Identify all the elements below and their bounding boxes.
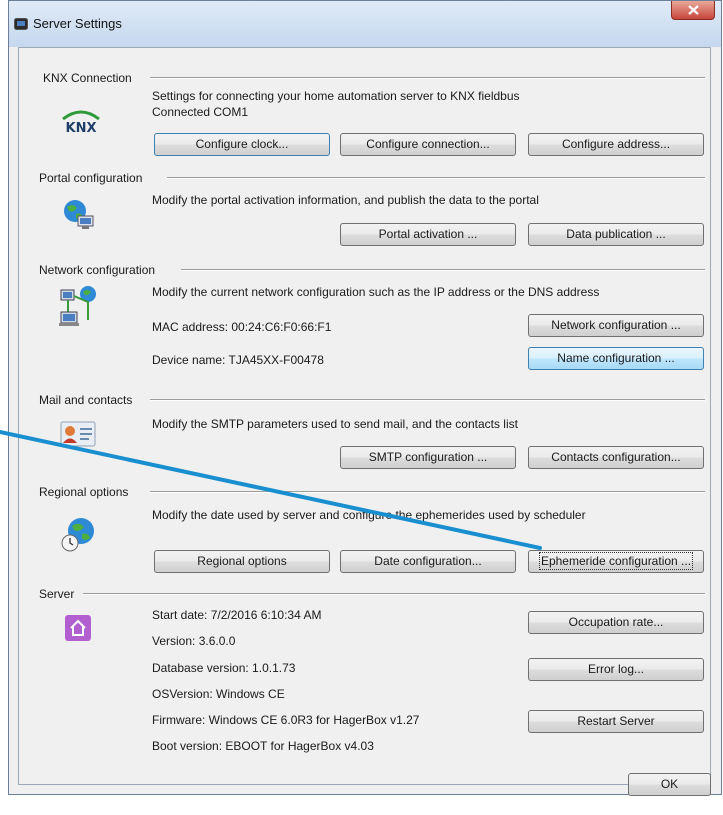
knx-logo-text: KNX (66, 121, 97, 135)
title-bar[interactable]: Server Settings (9, 1, 721, 47)
section-divider (150, 399, 705, 401)
boot-version: Boot version: EBOOT for HagerBox v4.03 (152, 739, 374, 753)
ok-button[interactable]: OK (628, 773, 711, 796)
home-server-icon (65, 615, 91, 641)
name-configuration-button[interactable]: Name configuration ... (528, 347, 704, 370)
settings-panel: KNX Connection KNX Settings for connecti… (18, 47, 711, 785)
section-divider (83, 593, 705, 595)
network-description: Modify the current network configuration… (152, 285, 600, 299)
device-name: Device name: TJA45XX-F00478 (152, 353, 324, 367)
window-title: Server Settings (33, 16, 122, 31)
portal-description: Modify the portal activation information… (152, 193, 539, 207)
configure-address-button[interactable]: Configure address... (528, 133, 704, 156)
restart-server-button[interactable]: Restart Server (528, 710, 704, 733)
server-settings-window: Server Settings KNX Connection KNX Setti… (8, 0, 722, 796)
section-label-knx: KNX Connection (43, 71, 132, 85)
network-computers-icon (59, 286, 96, 326)
section-label-network: Network configuration (39, 263, 156, 277)
network-configuration-button[interactable]: Network configuration ... (528, 314, 704, 337)
configure-connection-button[interactable]: Configure connection... (340, 133, 516, 156)
os-version: OSVersion: Windows CE (152, 687, 285, 701)
version: Version: 3.6.0.0 (152, 634, 236, 648)
knx-description: Settings for connecting your home automa… (152, 89, 520, 103)
globe-clock-icon (61, 518, 94, 552)
configure-clock-button[interactable]: Configure clock... (154, 133, 330, 156)
knx-status: Connected COM1 (152, 105, 249, 119)
regional-description: Modify the date used by server and confi… (152, 508, 586, 522)
section-label-mail: Mail and contacts (39, 393, 133, 407)
globe-computer-icon (64, 200, 94, 229)
portal-icon (61, 198, 95, 233)
date-configuration-button[interactable]: Date configuration... (340, 550, 516, 573)
section-divider (150, 491, 705, 493)
network-icon (59, 284, 99, 335)
smtp-configuration-button[interactable]: SMTP configuration ... (340, 446, 516, 469)
close-icon (688, 5, 699, 15)
section-divider (181, 269, 705, 271)
start-date: Start date: 7/2/2016 6:10:34 AM (152, 608, 322, 622)
section-divider (150, 77, 705, 79)
knx-logo-icon: KNX (62, 110, 100, 136)
ephemeride-configuration-button[interactable]: Ephemeride configuration ... (528, 550, 704, 573)
data-publication-button[interactable]: Data publication ... (528, 223, 704, 246)
contacts-configuration-button[interactable]: Contacts configuration... (528, 446, 704, 469)
portal-activation-button[interactable]: Portal activation ... (340, 223, 516, 246)
server-icon (64, 614, 92, 645)
app-icon (14, 18, 28, 30)
section-divider (167, 177, 705, 179)
regional-icon (61, 516, 97, 555)
section-label-portal: Portal configuration (39, 171, 143, 185)
section-label-regional: Regional options (39, 485, 129, 499)
mac-address: MAC address: 00:24:C6:F0:66:F1 (152, 320, 332, 334)
knx-logo: KNX (59, 107, 103, 138)
error-log-button[interactable]: Error log... (528, 658, 704, 681)
section-label-server: Server (39, 587, 75, 601)
occupation-rate-button[interactable]: Occupation rate... (528, 611, 704, 634)
regional-options-button[interactable]: Regional options (154, 550, 330, 573)
contacts-icon (59, 418, 97, 453)
mail-description: Modify the SMTP parameters used to send … (152, 417, 518, 431)
firmware-version: Firmware: Windows CE 6.0R3 for HagerBox … (152, 713, 420, 727)
contact-card-icon (60, 421, 96, 447)
close-button[interactable] (671, 1, 715, 20)
database-version: Database version: 1.0.1.73 (152, 661, 296, 675)
